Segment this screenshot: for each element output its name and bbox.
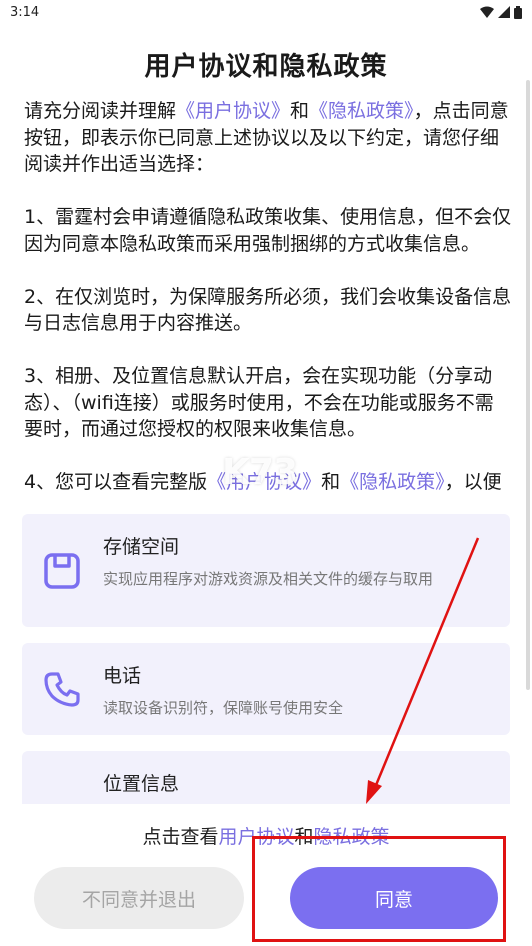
- permission-card-storage: 存储空间 实现应用程序对游戏资源及相关文件的缓存与取用: [22, 514, 510, 627]
- intro-paragraph: 请充分阅读并理解《用户协议》和《隐私政策》，点击同意按钮，即表示你已同意上述协议…: [24, 98, 512, 178]
- intro-pre: 请充分阅读并理解: [24, 100, 177, 122]
- save-icon: [44, 552, 80, 589]
- battery-icon: [514, 5, 522, 19]
- permission-desc: 实现应用程序对游戏资源及相关文件的缓存与取用: [103, 570, 434, 588]
- watermark-logo: K73: [222, 452, 298, 493]
- status-bar: 3:14: [0, 0, 532, 24]
- clause-2: 2、在仅浏览时，为保障服务所必须，我们会收集设备信息与日志信息用于内容推送。: [24, 285, 512, 335]
- clause4-mid: 和: [321, 471, 341, 492]
- phone-icon: [44, 672, 80, 707]
- wifi-icon: [480, 6, 494, 18]
- status-icons: [480, 5, 522, 19]
- scrollbar[interactable]: [526, 80, 530, 690]
- privacy-policy-link[interactable]: 《隐私政策》: [309, 100, 414, 122]
- intro-mid: 和: [290, 100, 310, 122]
- permission-title: 存储空间: [103, 536, 180, 558]
- agree-button[interactable]: 同意: [290, 867, 498, 929]
- clause4-pre: 4、您可以查看完整版: [24, 471, 208, 492]
- permission-title: 电话: [103, 665, 142, 687]
- footer-privacy-policy-link[interactable]: 隐私政策: [314, 826, 390, 848]
- dialog-title: 用户协议和隐私政策: [144, 52, 388, 82]
- user-agreement-link[interactable]: 《用户协议》: [176, 100, 290, 122]
- permission-list: 存储空间 实现应用程序对游戏资源及相关文件的缓存与取用 电话 读取设备识别符，保…: [22, 514, 510, 804]
- status-time: 3:14: [10, 4, 40, 20]
- clause4-privacy-policy-link[interactable]: 《隐私政策》: [340, 471, 445, 492]
- footer-and: 和: [294, 826, 314, 848]
- footer-user-agreement-link[interactable]: 用户协议: [218, 826, 294, 848]
- permission-card-location: 位置信息: [22, 751, 510, 804]
- clause-1: 1、雷霆村会申请遵循隐私政策收集、使用信息，但不会仅因为同意本隐私政策而采用强制…: [24, 206, 512, 255]
- footer-links: 点击查看用户协议和隐私政策: [0, 822, 532, 849]
- permission-card-phone: 电话 读取设备识别符，保障账号使用安全: [22, 643, 510, 735]
- signal-icon: [498, 6, 510, 18]
- agreement-text: 请充分阅读并理解《用户协议》和《隐私政策》，点击同意按钮，即表示你已同意上述协议…: [24, 98, 512, 492]
- decline-exit-button[interactable]: 不同意并退出: [34, 867, 244, 929]
- footer-prefix: 点击查看: [142, 826, 219, 848]
- permission-title: 位置信息: [103, 773, 180, 795]
- clause-3: 3、相册、及位置信息默认开启，会在实现功能（分享动态）、（wifi连接）或服务时…: [24, 365, 494, 440]
- permission-desc: 读取设备识别符，保障账号使用安全: [103, 699, 344, 717]
